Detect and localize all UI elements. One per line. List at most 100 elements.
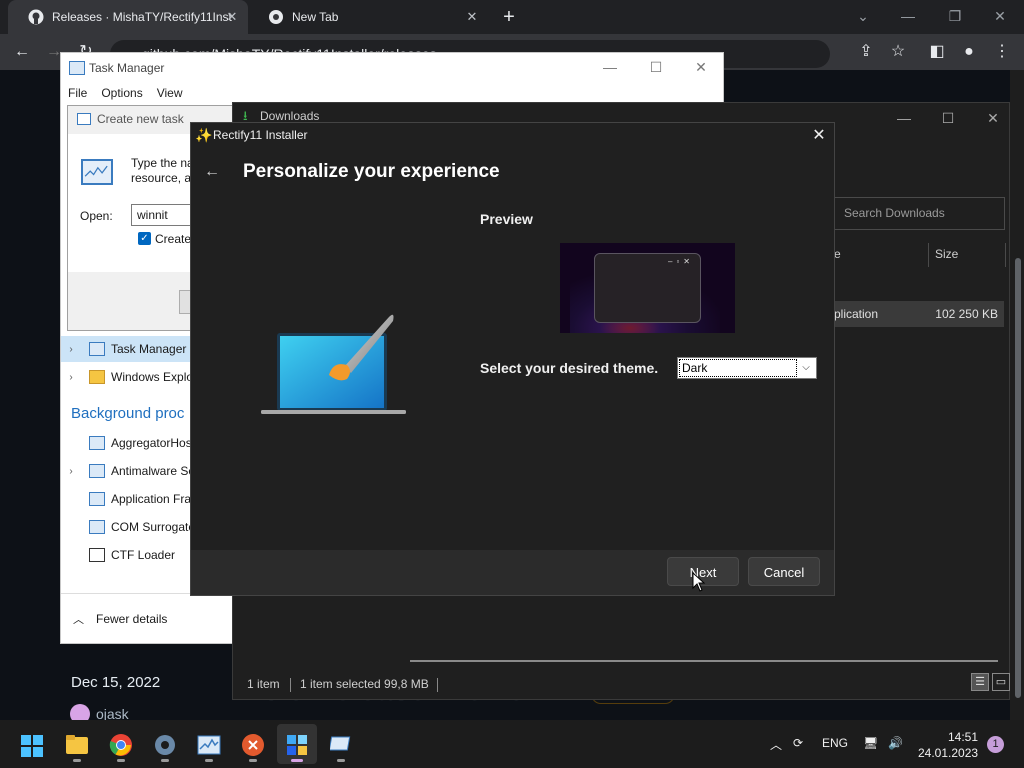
folder-icon: [89, 370, 105, 384]
maximize-icon[interactable]: ☐: [648, 59, 664, 75]
chevron-right-icon[interactable]: ›: [61, 372, 81, 383]
run-icon: [330, 736, 351, 751]
preview-window: –▫✕: [594, 253, 701, 323]
rectify11-taskbar-button[interactable]: [277, 724, 317, 764]
windows-logo-icon: [21, 735, 43, 757]
table-row[interactable]: plication 102 250 KB: [834, 301, 1004, 327]
update-icon[interactable]: ⟳: [793, 736, 803, 750]
dialog-description: Type the na resource, a: [131, 156, 194, 186]
process-icon: [89, 464, 105, 478]
new-tab-button[interactable]: +: [498, 6, 520, 28]
share-icon[interactable]: ⇪: [855, 41, 877, 63]
menu-file[interactable]: File: [68, 86, 87, 100]
close-icon[interactable]: ✕: [809, 126, 829, 146]
status-divider: [290, 678, 291, 692]
network-icon[interactable]: 🖥: [863, 736, 878, 750]
task-manager-taskbar-button[interactable]: [189, 724, 229, 764]
run-icon: [81, 159, 113, 185]
tab-title: Releases · MishaTY/Rectify11Insta: [52, 10, 232, 24]
column-header-type[interactable]: e: [834, 239, 841, 269]
chevron-right-icon[interactable]: ›: [61, 344, 81, 355]
process-icon: [89, 492, 105, 506]
release-date: Dec 15, 2022: [71, 674, 161, 691]
details-view-icon[interactable]: ☰: [971, 673, 989, 691]
chrome-taskbar-button[interactable]: [101, 724, 141, 764]
minimize-icon[interactable]: —: [602, 59, 618, 75]
fewer-details-button[interactable]: ︿ Fewer details: [61, 593, 231, 643]
tab-new-tab[interactable]: New Tab ✕: [248, 0, 488, 34]
column-divider[interactable]: [1005, 243, 1006, 267]
clock-time: 14:51: [947, 730, 978, 744]
theme-dropdown[interactable]: Dark ⌵: [677, 357, 817, 379]
menu-options[interactable]: Options: [101, 86, 142, 100]
menu-dots-icon[interactable]: ⋮: [991, 41, 1013, 63]
bookmark-star-icon[interactable]: ☆: [887, 41, 909, 63]
close-icon[interactable]: ✕: [984, 109, 1002, 127]
notification-badge[interactable]: 1: [987, 736, 1004, 753]
side-panel-icon[interactable]: ◧: [926, 41, 948, 63]
checkbox-label: Create: [155, 232, 192, 246]
file-explorer-taskbar-button[interactable]: [57, 724, 97, 764]
running-indicator: [249, 759, 257, 762]
open-label: Open:: [80, 209, 113, 223]
chevron-down-icon[interactable]: ⌵: [798, 360, 814, 376]
rectify11-installer-window: ✨ Rectify11 Installer ✕ ← Personalize yo…: [190, 122, 835, 596]
laptop-paintbrush-icon: [261, 314, 406, 414]
sparkle-icon: ✨: [195, 127, 213, 143]
admin-checkbox[interactable]: ✓: [138, 232, 151, 245]
tab-title: New Tab: [292, 10, 339, 24]
chevron-right-icon[interactable]: ›: [61, 466, 81, 477]
running-indicator: [205, 759, 213, 762]
scroll-thumb[interactable]: [1015, 258, 1021, 698]
start-button[interactable]: [12, 724, 52, 764]
close-icon[interactable]: ✕: [693, 59, 709, 75]
tab-releases[interactable]: Releases · MishaTY/Rectify11Insta ✕: [8, 0, 248, 34]
github-icon: [28, 9, 44, 25]
selection-info: 1 item selected 99,8 MB: [300, 677, 429, 691]
process-name: Antimalware Se: [111, 464, 196, 478]
installer-title: Rectify11 Installer: [213, 128, 308, 142]
system-clock[interactable]: 14:51 24.01.2023: [918, 729, 978, 761]
process-name: Task Manager (: [111, 342, 194, 356]
row-size: 102 250 KB: [935, 307, 998, 321]
installer-stub-taskbar-button[interactable]: [233, 724, 273, 764]
maximize-icon[interactable]: ☐: [939, 109, 957, 127]
close-circle-icon: [242, 734, 264, 756]
restore-icon[interactable]: ❐: [945, 6, 965, 26]
running-indicator: [161, 759, 169, 762]
cancel-button[interactable]: Cancel: [748, 557, 820, 586]
background-processes-heading: Background proc: [71, 405, 185, 422]
close-tab-icon[interactable]: ✕: [464, 9, 480, 25]
back-arrow-icon[interactable]: ←: [201, 161, 223, 183]
task-manager-icon: [69, 61, 85, 75]
description-line: Type the na: [131, 156, 194, 170]
status-bar: 1 item 1 item selected 99,8 MB: [233, 669, 1009, 699]
task-manager-title: Task Manager: [89, 61, 165, 75]
tab-search-icon[interactable]: ⌄: [853, 6, 873, 26]
run-taskbar-button[interactable]: [321, 724, 361, 764]
column-header-size[interactable]: Size: [935, 239, 958, 269]
preview-window-controls-icon: –▫✕: [668, 257, 694, 266]
preview-label: Preview: [480, 211, 533, 227]
browser-tab-strip: Releases · MishaTY/Rectify11Insta ✕ New …: [0, 0, 1024, 34]
close-icon[interactable]: ✕: [990, 6, 1010, 26]
menu-view[interactable]: View: [157, 86, 183, 100]
minimize-icon[interactable]: —: [895, 109, 913, 127]
column-divider[interactable]: [928, 243, 929, 267]
tiles-view-icon[interactable]: ▭: [992, 673, 1010, 691]
chevron-up-icon[interactable]: ︿: [770, 736, 782, 753]
process-name: CTF Loader: [111, 548, 176, 562]
settings-taskbar-button[interactable]: [145, 724, 185, 764]
profile-icon[interactable]: ●: [958, 41, 980, 63]
search-downloads-input[interactable]: Search Downloads: [834, 197, 1005, 230]
folder-icon: [66, 735, 88, 754]
close-tab-icon[interactable]: ✕: [224, 9, 240, 25]
theme-select-label: Select your desired theme.: [480, 360, 659, 376]
back-arrow-icon[interactable]: ←: [11, 41, 33, 63]
chrome-icon: [269, 10, 283, 24]
minimize-icon[interactable]: —: [898, 6, 918, 26]
language-indicator[interactable]: ENG: [822, 736, 848, 750]
volume-icon[interactable]: 🔊: [888, 736, 903, 750]
rectify11-logo-icon: [287, 735, 307, 755]
running-indicator: [117, 759, 125, 762]
